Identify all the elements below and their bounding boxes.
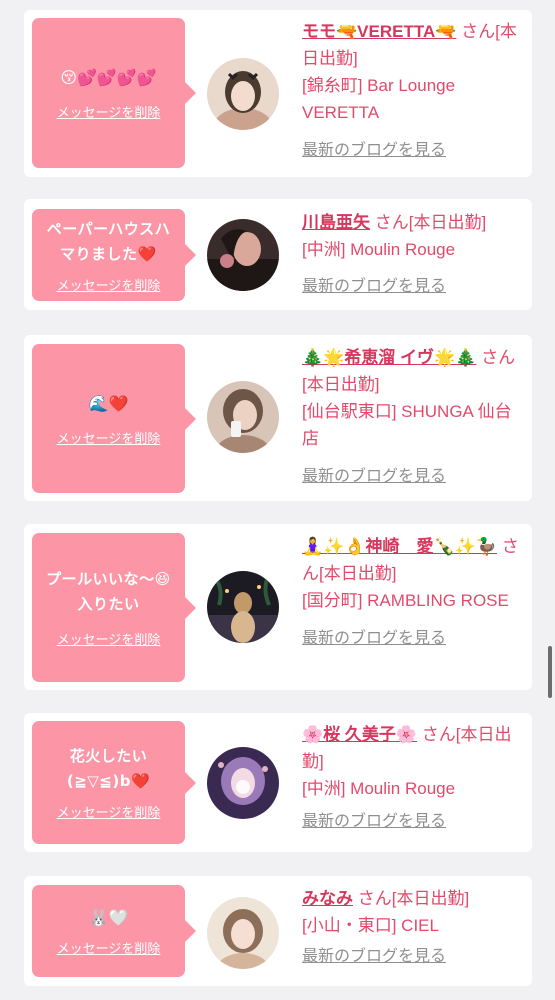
cast-name-link[interactable]: みなみ bbox=[302, 889, 353, 908]
message-text: 😚💕💕💕💕 bbox=[60, 68, 157, 87]
list-item: 🌊❤️ メッセージを削除 🎄🌟希恵溜 イヴ🌟🎄 さん[本日出勤] [仙台駅東口]… bbox=[24, 335, 532, 501]
message-text: 🌊❤️ bbox=[88, 393, 129, 413]
avatar[interactable] bbox=[207, 219, 279, 291]
cast-info: 🌸桜 久美子🌸 さん[本日出勤] [中洲] Moulin Rouge 最新のブロ… bbox=[302, 721, 524, 835]
delete-message-link[interactable]: メッセージを削除 bbox=[57, 275, 161, 294]
cast-info: 🧘‍♀️✨👌神崎 愛🍾✨🦆 さん[本日出勤] [国分町] RAMBLING RO… bbox=[302, 533, 524, 652]
latest-blog-link[interactable]: 最新のブログを見る bbox=[302, 943, 446, 970]
shop-name: [錦糸町] Bar Lounge VERETTA bbox=[302, 76, 456, 122]
message-text: プールいいな〜😆入りたい bbox=[46, 570, 171, 613]
avatar-photo bbox=[207, 747, 279, 819]
message-list: 😚💕💕💕💕 メッセージを削除 モモ🔫VERETTA🔫 さん[本日出勤] [錦糸町… bbox=[0, 0, 555, 1000]
cast-info: みなみ さん[本日出勤] [小山・東口] CIEL 最新のブログを見る bbox=[302, 885, 524, 970]
delete-message-link[interactable]: メッセージを削除 bbox=[57, 802, 161, 821]
latest-blog-link[interactable]: 最新のブログを見る bbox=[302, 625, 446, 652]
avatar-photo bbox=[207, 571, 279, 643]
work-status: さん[本日出勤] bbox=[374, 213, 487, 232]
list-item: 🐰🤍 メッセージを削除 みなみ さん[本日出勤] [小山・東口] CIEL 最新… bbox=[24, 876, 532, 986]
message-text: ペーパーハウスハマりました❤️ bbox=[46, 219, 171, 263]
cast-name-link[interactable]: 🧘‍♀️✨👌神崎 愛🍾✨🦆 bbox=[302, 537, 497, 556]
message-bubble: 🐰🤍 メッセージを削除 bbox=[32, 885, 185, 977]
shop-name: [国分町] RAMBLING ROSE bbox=[302, 591, 509, 610]
latest-blog-link[interactable]: 最新のブログを見る bbox=[302, 808, 446, 835]
latest-blog-link[interactable]: 最新のブログを見る bbox=[302, 273, 446, 300]
cast-info: 🎄🌟希恵溜 イヴ🌟🎄 さん[本日出勤] [仙台駅東口] SHUNGA 仙台店 最… bbox=[302, 344, 524, 490]
shop-name: [中洲] Moulin Rouge bbox=[302, 779, 456, 798]
avatar-photo bbox=[207, 897, 279, 969]
latest-blog-link[interactable]: 最新のブログを見る bbox=[302, 463, 446, 490]
list-item: プールいいな〜😆入りたい メッセージを削除 🧘‍♀️✨👌神崎 愛🍾✨🦆 さん[本… bbox=[24, 524, 532, 690]
list-item: 花火したい (≧▽≦)b❤️ メッセージを削除 🌸桜 久美子🌸 さん[本日出勤]… bbox=[24, 713, 532, 852]
message-bubble: プールいいな〜😆入りたい メッセージを削除 bbox=[32, 533, 185, 682]
work-status: さん[本日出勤] bbox=[357, 889, 470, 908]
cast-name-link[interactable]: 🌸桜 久美子🌸 bbox=[302, 725, 417, 744]
latest-blog-link[interactable]: 最新のブログを見る bbox=[302, 137, 446, 164]
delete-message-link[interactable]: メッセージを削除 bbox=[57, 428, 161, 447]
message-bubble: 花火したい (≧▽≦)b❤️ メッセージを削除 bbox=[32, 721, 185, 844]
delete-message-link[interactable]: メッセージを削除 bbox=[57, 629, 161, 648]
message-bubble: ペーパーハウスハマりました❤️ メッセージを削除 bbox=[32, 209, 185, 301]
delete-message-link[interactable]: メッセージを削除 bbox=[57, 102, 161, 121]
cast-name-link[interactable]: 🎄🌟希恵溜 イヴ🌟🎄 bbox=[302, 348, 476, 367]
shop-name: [中洲] Moulin Rouge bbox=[302, 240, 456, 259]
list-item: ペーパーハウスハマりました❤️ メッセージを削除 川島亜矢 さん[本日出勤] [… bbox=[24, 199, 532, 310]
message-bubble: 😚💕💕💕💕 メッセージを削除 bbox=[32, 18, 185, 168]
avatar[interactable] bbox=[207, 571, 279, 643]
cast-info: モモ🔫VERETTA🔫 さん[本日出勤] [錦糸町] Bar Lounge VE… bbox=[302, 18, 524, 164]
cast-info: 川島亜矢 さん[本日出勤] [中洲] Moulin Rouge 最新のブログを見… bbox=[302, 209, 524, 300]
scrollbar[interactable] bbox=[548, 646, 552, 698]
avatar-photo bbox=[207, 58, 279, 130]
avatar[interactable] bbox=[207, 381, 279, 453]
shop-name: [小山・東口] CIEL bbox=[302, 916, 439, 935]
avatar[interactable] bbox=[207, 747, 279, 819]
avatar[interactable] bbox=[207, 897, 279, 969]
cast-name-link[interactable]: 川島亜矢 bbox=[302, 213, 370, 232]
message-text: 花火したい (≧▽≦)b❤️ bbox=[66, 747, 151, 790]
shop-name: [仙台駅東口] SHUNGA 仙台店 bbox=[302, 402, 512, 448]
avatar-photo bbox=[207, 381, 279, 453]
list-item: 😚💕💕💕💕 メッセージを削除 モモ🔫VERETTA🔫 さん[本日出勤] [錦糸町… bbox=[24, 10, 532, 177]
avatar-photo bbox=[207, 219, 279, 291]
avatar[interactable] bbox=[207, 58, 279, 130]
cast-name-link[interactable]: モモ🔫VERETTA🔫 bbox=[302, 22, 456, 41]
message-bubble: 🌊❤️ メッセージを削除 bbox=[32, 344, 185, 493]
delete-message-link[interactable]: メッセージを削除 bbox=[57, 938, 161, 957]
message-text: 🐰🤍 bbox=[88, 908, 129, 927]
